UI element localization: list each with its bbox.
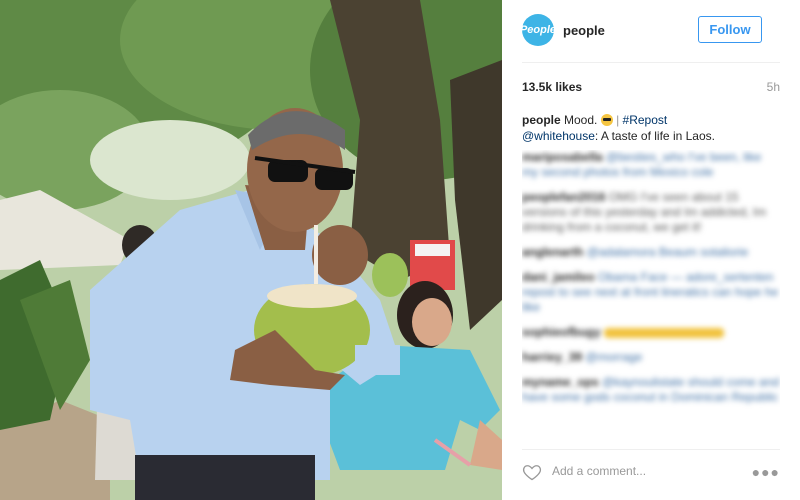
list-item: harriey_39 @morrage — [522, 350, 780, 365]
sunglasses-emoji-icon — [600, 114, 613, 126]
comment-text: @adalamora Beaum sotaliorie — [586, 245, 749, 259]
comment-row: ●●● — [522, 460, 780, 484]
mention-link[interactable]: @whitehouse — [522, 129, 595, 143]
avatar[interactable]: People — [520, 14, 556, 46]
divider — [522, 62, 780, 63]
comment-user[interactable]: mariposabella — [522, 150, 603, 164]
post-photo[interactable] — [0, 0, 502, 500]
username-link[interactable]: people — [563, 23, 605, 38]
list-item: myname_ops @kaynoulistate should come an… — [522, 375, 780, 405]
more-options-icon[interactable]: ●●● — [752, 464, 780, 480]
list-item: sophieofbugy — [522, 325, 780, 340]
divider — [522, 449, 780, 450]
comment-text: @morrage — [585, 350, 643, 364]
follow-button[interactable]: Follow — [698, 16, 762, 43]
comment-user[interactable]: harriey_39 — [522, 350, 582, 364]
heart-icon[interactable] — [522, 462, 542, 482]
comment-user[interactable]: sophieofbugy — [522, 325, 601, 339]
list-item: peoplefan2016 OMG I've seen about 15 ver… — [522, 190, 780, 235]
list-item: anglenarth @adalamora Beaum sotaliorie — [522, 245, 780, 260]
comment-user[interactable]: peoplefan2016 — [522, 190, 605, 204]
comment-input[interactable] — [552, 464, 732, 478]
post-panel: People people Follow 13.5k likes 5h peop… — [502, 0, 800, 500]
post-caption: people Mood. | #Repost @whitehouse: A ta… — [522, 112, 780, 144]
likes-row: 13.5k likes 5h — [522, 80, 780, 96]
comments-list: mariposabella @besties_who I've been, li… — [522, 150, 780, 445]
list-item: dani_jamileo Obama Face — adore_sertente… — [522, 270, 780, 315]
emoji-row-icon — [604, 327, 725, 338]
caption-body: : A taste of life in Laos. — [594, 129, 715, 143]
likes-count[interactable]: 13.5k likes — [522, 80, 582, 94]
post-time[interactable]: 5h — [767, 80, 780, 94]
comment-user[interactable]: dani_jamileo — [522, 270, 595, 284]
photo-scene — [0, 0, 502, 500]
list-item: mariposabella @besties_who I've been, li… — [522, 150, 780, 180]
caption-text: Mood. — [564, 113, 598, 127]
post-header: People people Follow — [502, 0, 800, 62]
hashtag-link[interactable]: #Repost — [623, 113, 668, 127]
caption-author[interactable]: people — [522, 113, 561, 127]
caption-separator: | — [616, 113, 620, 127]
comment-user[interactable]: anglenarth — [522, 245, 583, 259]
comment-user[interactable]: myname_ops — [522, 375, 599, 389]
